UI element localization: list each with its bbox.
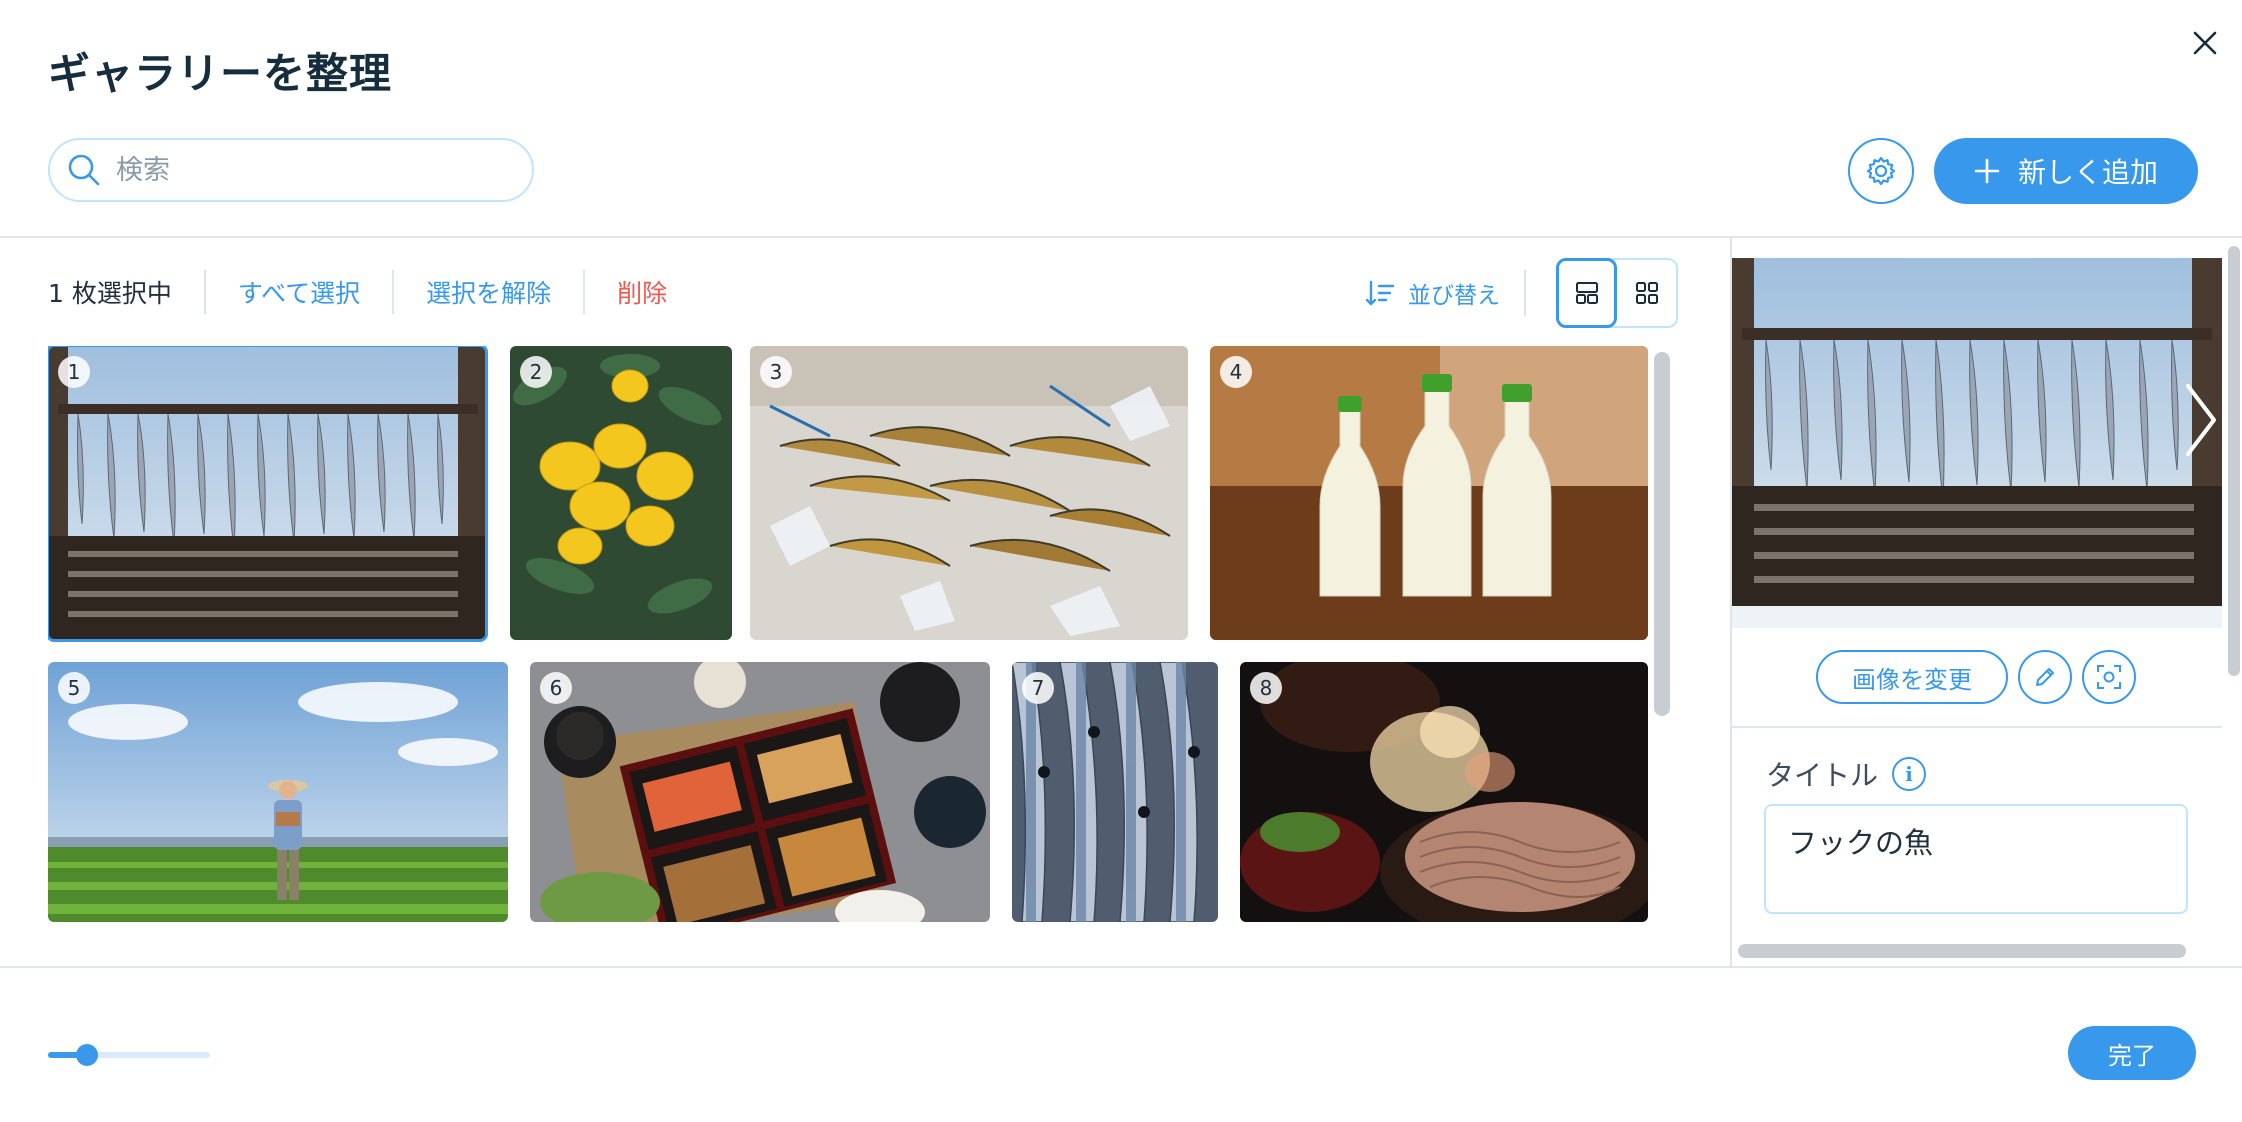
search-input[interactable] (116, 154, 496, 186)
gallery-item[interactable]: 3 (750, 346, 1188, 640)
footer-divider (0, 966, 2242, 968)
focal-point-button[interactable] (2082, 650, 2136, 704)
item-number-badge: 6 (540, 672, 572, 704)
done-button[interactable]: 完了 (2068, 1026, 2196, 1080)
title-field-label: タイトル i (1766, 754, 1927, 794)
page-title: ギャラリーを整理 (48, 49, 393, 98)
change-image-button[interactable]: 画像を変更 (1816, 650, 2008, 704)
gallery-image (1210, 346, 1648, 640)
search-icon (68, 154, 100, 186)
item-number-badge: 7 (1022, 672, 1054, 704)
masonry-layout-icon (1575, 282, 1598, 304)
gallery-grid: 1 2 3 4 5 6 7 8 (48, 346, 1648, 922)
view-mode-toggle (1556, 258, 1678, 328)
selection-toolbar: 1 枚選択中 すべて選択 選択を解除 削除 (48, 270, 667, 314)
focal-point-icon (2097, 665, 2121, 689)
panel-horizontal-scrollbar[interactable] (1738, 944, 2186, 958)
item-number-badge: 5 (58, 672, 90, 704)
item-number-badge: 1 (58, 356, 90, 388)
sort-label: 並び替え (1408, 283, 1500, 309)
preview-image (1732, 258, 2222, 628)
gallery-image (510, 346, 732, 640)
add-new-button[interactable]: 新しく追加 (1934, 138, 2198, 204)
gallery-image (1240, 662, 1648, 922)
gallery-item[interactable]: 2 (510, 346, 732, 640)
toolbar-divider (392, 270, 395, 314)
gallery-item[interactable]: 4 (1210, 346, 1648, 640)
selected-image-preview (1732, 258, 2222, 628)
close-icon[interactable] (2190, 28, 2220, 58)
sort-icon (1366, 280, 1395, 306)
gallery-item[interactable]: 6 (530, 662, 990, 922)
item-number-badge: 4 (1220, 356, 1252, 388)
grid-view-button[interactable] (1617, 260, 1676, 326)
item-number-badge: 3 (760, 356, 792, 388)
gear-icon (1866, 156, 1896, 186)
gallery-image (750, 346, 1188, 640)
toolbar-divider (583, 270, 586, 314)
gallery-item[interactable]: 5 (48, 662, 508, 922)
grid-layout-icon (1635, 282, 1658, 304)
masonry-view-button[interactable] (1556, 258, 1618, 328)
panel-scrollbar[interactable] (2228, 246, 2240, 676)
plus-icon (1974, 158, 2000, 184)
gallery-item[interactable]: 8 (1240, 662, 1648, 922)
zoom-slider-thumb[interactable] (76, 1044, 98, 1066)
select-all-link[interactable]: すべて選択 (238, 274, 360, 310)
selection-count: 1 枚選択中 (48, 279, 172, 308)
gallery-item[interactable]: 7 (1012, 662, 1218, 922)
gallery-scrollbar[interactable] (1654, 352, 1670, 716)
gallery-item[interactable]: 1 (48, 346, 488, 642)
item-number-badge: 8 (1250, 672, 1282, 704)
edit-image-button[interactable] (2018, 650, 2072, 704)
settings-button[interactable] (1848, 138, 1914, 204)
item-number-badge: 2 (520, 356, 552, 388)
pencil-icon (2036, 668, 2054, 686)
toolbar-divider (203, 270, 206, 314)
deselect-link[interactable]: 選択を解除 (426, 274, 551, 310)
gallery-image (48, 662, 508, 922)
gallery-image (530, 662, 990, 922)
title-input[interactable] (1764, 804, 2188, 914)
gallery-image (48, 346, 486, 640)
info-icon[interactable]: i (1892, 757, 1927, 791)
next-image-chevron-icon[interactable] (2180, 380, 2220, 460)
panel-section-divider (1732, 726, 2222, 728)
toolbar-divider (1524, 270, 1526, 316)
sort-button[interactable]: 並び替え (1366, 276, 1500, 310)
search-box[interactable] (48, 138, 534, 202)
header-divider (0, 236, 2242, 238)
add-new-label: 新しく追加 (2017, 156, 2158, 189)
title-label-text: タイトル (1766, 759, 1879, 792)
delete-link[interactable]: 削除 (617, 274, 667, 310)
